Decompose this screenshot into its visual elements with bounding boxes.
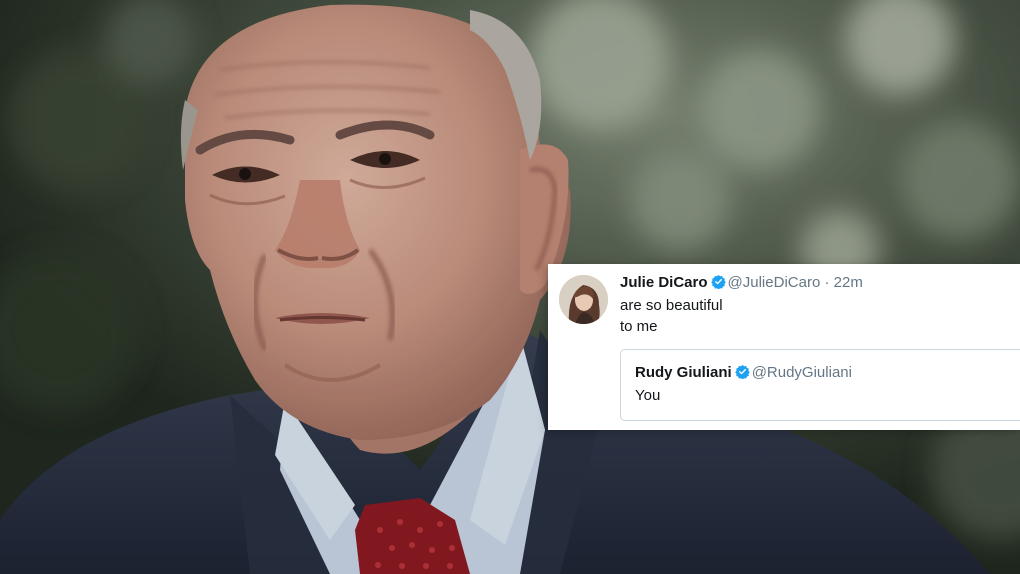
author-handle[interactable]: @JulieDiCaro <box>728 274 821 291</box>
tweet-time[interactable]: 22m <box>834 274 863 291</box>
verified-badge-icon <box>710 274 726 289</box>
avatar[interactable] <box>559 275 608 324</box>
tweet-header: Julie DiCaro @JulieDiCaro · 22m <box>620 273 863 293</box>
tweet-text: are so beautiful to me <box>620 297 723 335</box>
quoted-tweet-header: Rudy Giuliani @RudyGiuliani <box>635 363 852 383</box>
quoted-tweet[interactable]: Rudy Giuliani @RudyGiuliani You <box>620 349 1020 421</box>
quoted-author-handle: @RudyGiuliani <box>751 364 852 381</box>
separator: · <box>824 274 830 291</box>
quoted-tweet-text: You <box>635 387 661 404</box>
scene: Julie DiCaro @JulieDiCaro · 22m are so b… <box>0 0 1020 574</box>
avatar-image <box>559 275 608 324</box>
author-name[interactable]: Julie DiCaro <box>620 274 708 291</box>
tweet-card[interactable]: Julie DiCaro @JulieDiCaro · 22m are so b… <box>548 264 1020 430</box>
quoted-author-name: Rudy Giuliani <box>635 364 732 381</box>
verified-badge-icon <box>734 364 750 379</box>
